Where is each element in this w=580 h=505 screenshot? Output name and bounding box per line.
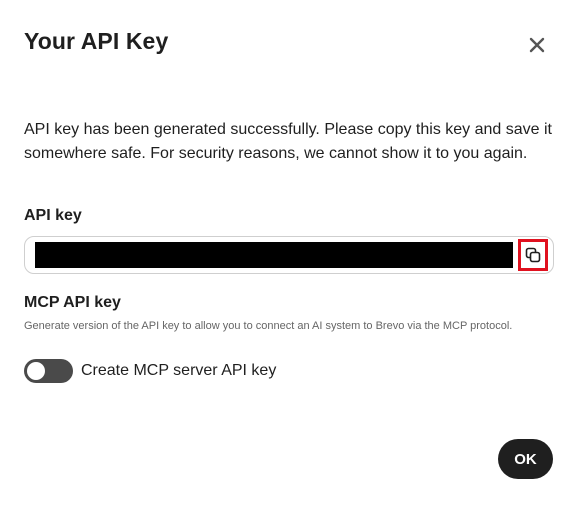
api-key-field[interactable] <box>24 236 554 274</box>
mcp-toggle-switch[interactable] <box>24 359 73 383</box>
ok-button[interactable]: OK <box>498 439 553 479</box>
dialog-title: Your API Key <box>24 28 169 54</box>
mcp-toggle-row[interactable]: Create MCP server API key <box>24 359 276 383</box>
toggle-knob <box>27 362 45 380</box>
api-key-label: API key <box>24 207 82 224</box>
api-key-dialog: Your API Key API key has been generated … <box>0 0 580 505</box>
copy-icon <box>525 247 541 263</box>
close-icon <box>529 37 545 53</box>
mcp-api-key-heading: MCP API key <box>24 294 121 311</box>
copy-button[interactable] <box>518 239 548 271</box>
mcp-toggle-label: Create MCP server API key <box>81 362 277 379</box>
success-message: API key has been generated successfully.… <box>24 121 552 162</box>
mcp-description: Generate version of the API key to allow… <box>24 320 513 332</box>
api-key-value-redacted[interactable] <box>35 242 513 268</box>
close-button[interactable] <box>522 30 552 60</box>
